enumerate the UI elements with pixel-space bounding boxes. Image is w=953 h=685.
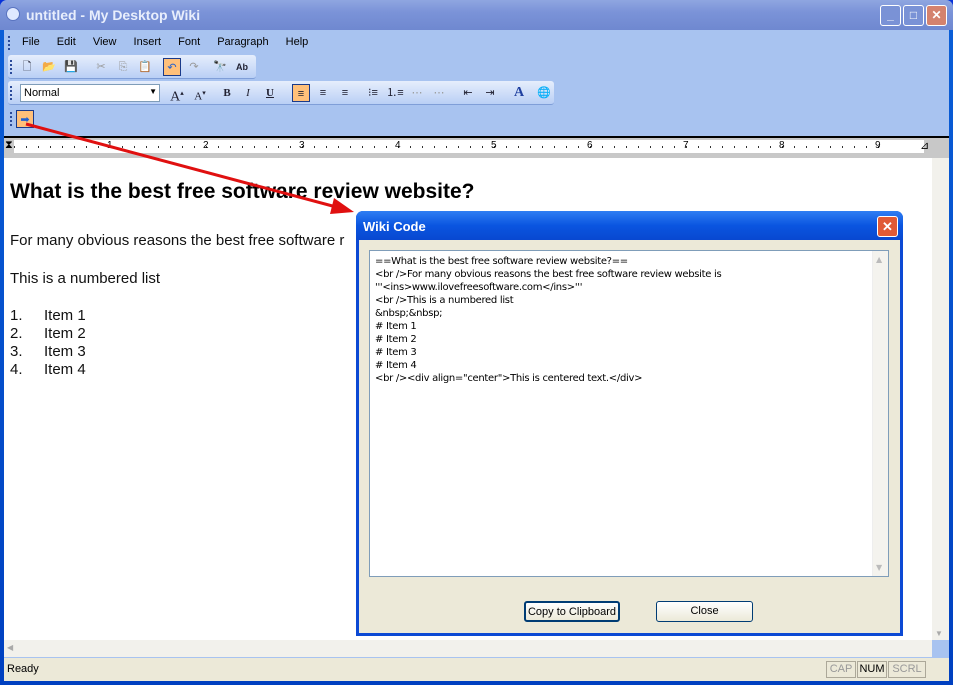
close-dialog-button[interactable]: Close [656,601,753,622]
textarea-scrollbar[interactable]: ▲ ▼ [872,251,888,576]
dialog-title: Wiki Code [363,219,426,234]
copy-to-clipboard-button[interactable]: Copy to Clipboard [524,601,620,622]
dialog-close-icon[interactable]: ✕ [877,216,898,237]
wiki-code-textarea[interactable]: ==What is the best free software review … [369,250,889,577]
wiki-code-dialog: Wiki Code ✕ ==What is the best free soft… [356,211,903,636]
dialog-title-bar: Wiki Code ✕ [356,211,903,240]
wiki-code-text: ==What is the best free software review … [375,256,722,384]
